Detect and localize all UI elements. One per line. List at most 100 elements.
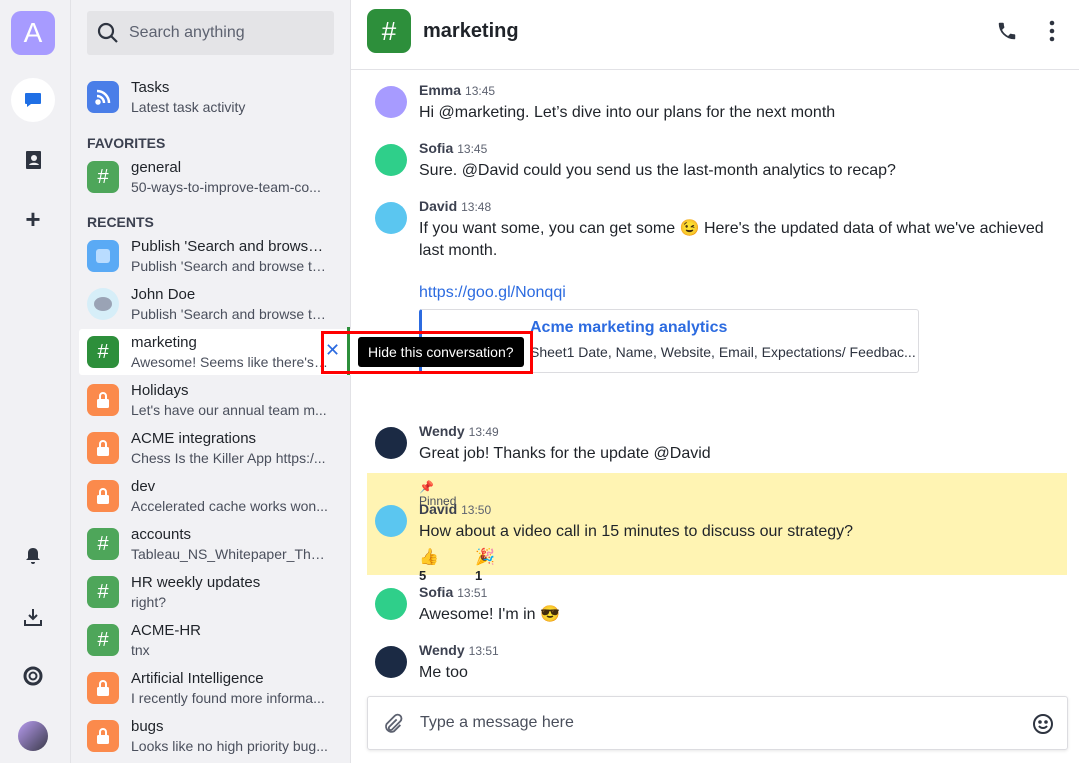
conversation-sidebar: Search anything Tasks Latest task activi…	[71, 0, 351, 763]
more-options-icon[interactable]	[1041, 20, 1063, 47]
user-avatar[interactable]	[375, 427, 407, 459]
favorites-heading: FAVORITES	[87, 135, 166, 151]
reaction-button[interactable]: 👍 5	[419, 547, 439, 585]
help-icon[interactable]	[11, 654, 55, 698]
pin-icon: 📌	[419, 480, 434, 494]
contacts-icon[interactable]	[11, 138, 55, 182]
item-subtitle: Awesome! Seems like there's ...	[131, 354, 329, 370]
timestamp: 13:49	[468, 425, 499, 439]
recent-item[interactable]: bugs Looks like no high priority bug...	[79, 713, 351, 759]
message-text: Sure. @David could you send us the last-…	[419, 162, 896, 179]
pinned-label: 📌 Pinned	[419, 480, 457, 508]
download-icon[interactable]	[11, 595, 55, 639]
recent-item[interactable]: # ACME-HR tnx	[79, 617, 351, 663]
timestamp: 13:48	[461, 200, 492, 214]
item-subtitle: Publish 'Search and browse ta...	[131, 306, 329, 322]
item-subtitle: right?	[131, 594, 167, 610]
favorite-item-general[interactable]: # general 50-ways-to-improve-team-co...	[79, 154, 351, 200]
item-subtitle: Accelerated cache works won...	[131, 498, 328, 514]
message-input[interactable]: Type a message here	[420, 714, 574, 732]
chat-header: # marketing	[351, 0, 1079, 70]
reaction-button[interactable]: 🎉 1	[475, 547, 495, 585]
attach-icon[interactable]	[382, 713, 404, 740]
item-subtitle: Chess Is the Killer App https:/...	[131, 450, 326, 466]
search-input[interactable]: Search anything	[87, 11, 334, 55]
tasks-item[interactable]: Tasks Latest task activity	[79, 74, 351, 120]
message-text: Awesome! I'm in 😎	[419, 606, 560, 623]
timestamp: 13:51	[457, 586, 488, 600]
chat-panel: # marketing Emma 13:45 Hi @marketing. Let…	[351, 0, 1079, 763]
user-avatar[interactable]	[375, 646, 407, 678]
recent-item[interactable]: Publish 'Search and browse ... Publish '…	[79, 233, 351, 279]
message-link[interactable]: https://goo.gl/Nonqqi	[419, 282, 566, 304]
highlight-box	[321, 331, 533, 374]
item-title: ACME integrations	[131, 430, 257, 447]
message-text: Hi @marketing. Let’s dive into our plans…	[419, 104, 836, 121]
item-title: bugs	[131, 718, 164, 735]
lock-icon	[87, 432, 119, 464]
bell-icon[interactable]	[11, 534, 55, 578]
timestamp: 13:51	[468, 644, 499, 658]
item-title: Holidays	[131, 382, 189, 399]
bot-avatar	[87, 288, 119, 320]
recent-item[interactable]: ACME integrations Chess Is the Killer Ap…	[79, 425, 351, 471]
hash-icon: #	[87, 161, 119, 193]
recent-item[interactable]: dev Accelerated cache works won...	[79, 473, 351, 519]
recent-item[interactable]: # HR weekly updates right?	[79, 569, 351, 615]
item-title: dev	[131, 478, 156, 495]
message-composer[interactable]: Type a message here	[367, 696, 1068, 750]
timestamp: 13:50	[461, 503, 492, 517]
lock-icon	[87, 384, 119, 416]
item-title: Publish 'Search and browse ...	[131, 238, 331, 255]
hash-icon: #	[367, 9, 411, 53]
channel-title: marketing	[423, 20, 519, 42]
user-avatar[interactable]	[375, 505, 407, 537]
rss-icon	[87, 81, 119, 113]
hash-icon: #	[87, 528, 119, 560]
workspace-logo[interactable]: A	[11, 11, 55, 55]
item-title: accounts	[131, 526, 192, 543]
emoji-icon[interactable]	[1032, 713, 1054, 740]
search-icon	[97, 22, 118, 43]
recent-item[interactable]: # marketing Awesome! Seems like there's …	[79, 329, 351, 375]
lock-icon	[87, 672, 119, 704]
author: Wendy 13:49	[419, 423, 499, 439]
author: Sofia 13:45	[419, 140, 488, 156]
hash-icon: #	[87, 576, 119, 608]
user-avatar[interactable]	[11, 714, 55, 758]
item-subtitle: I recently found more informa...	[131, 690, 325, 706]
author: Wendy 13:51	[419, 642, 499, 658]
phone-icon[interactable]	[996, 20, 1018, 47]
plus-icon[interactable]: +	[11, 197, 55, 241]
recent-item[interactable]: # accounts Tableau_NS_Whitepaper_The_...	[79, 521, 351, 567]
item-title: ACME-HR	[131, 622, 201, 639]
message-text: last month.	[419, 242, 498, 259]
user-avatar[interactable]	[375, 588, 407, 620]
item-title: marketing	[131, 334, 197, 351]
item-subtitle: tnx	[131, 642, 150, 658]
message-text: How about a video call in 15 minutes to …	[419, 523, 854, 540]
close-icon[interactable]: ✕	[325, 340, 340, 361]
author: David 13:48	[419, 198, 492, 214]
user-avatar[interactable]	[375, 144, 407, 176]
item-title: John Doe	[131, 286, 196, 303]
task-icon	[87, 240, 119, 272]
lock-icon	[87, 720, 119, 752]
author: Sofia 13:51	[419, 584, 488, 600]
author: Emma 13:45	[419, 82, 496, 98]
message-text: If you want some, you can get some 😉 Her…	[419, 220, 1044, 237]
timestamp: 13:45	[465, 84, 496, 98]
app-rail: A +	[0, 0, 71, 763]
timestamp: 13:45	[457, 142, 488, 156]
lock-icon	[87, 480, 119, 512]
user-avatar[interactable]	[375, 86, 407, 118]
recents-heading: RECENTS	[87, 214, 154, 230]
item-subtitle: Looks like no high priority bug...	[131, 738, 328, 754]
recent-item[interactable]: Artificial Intelligence I recently found…	[79, 665, 351, 711]
user-avatar[interactable]	[375, 202, 407, 234]
chat-icon[interactable]	[11, 78, 55, 122]
message-text: Me too	[419, 664, 468, 681]
recent-item[interactable]: Holidays Let's have our annual team m...	[79, 377, 351, 423]
recent-item[interactable]: John Doe Publish 'Search and browse ta..…	[79, 281, 351, 327]
hash-icon: #	[87, 336, 119, 368]
